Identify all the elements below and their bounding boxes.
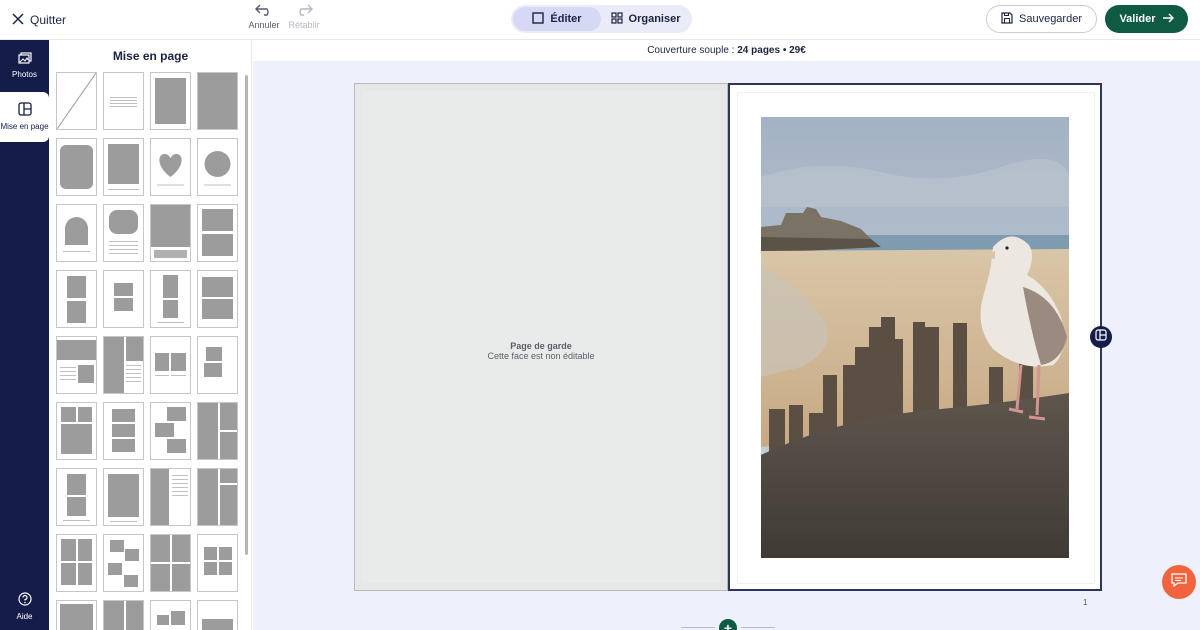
grid-icon	[610, 11, 623, 27]
layout-template-narrow-stack[interactable]	[56, 270, 97, 328]
layout-template-tall-caption[interactable]	[150, 270, 191, 328]
layout-template-three-stack[interactable]	[103, 402, 144, 460]
layout-template-scatter[interactable]	[103, 534, 144, 592]
layout-template-collage[interactable]	[197, 468, 238, 526]
layout-handle-button[interactable]	[1090, 326, 1112, 348]
layout-template-framed-four[interactable]	[103, 468, 144, 526]
rail-item-photos[interactable]: Photos	[0, 40, 49, 92]
layout-template-text[interactable]	[103, 72, 144, 130]
cover-type: Couverture souple :	[647, 45, 738, 56]
arrow-right-icon	[1162, 12, 1174, 26]
layout-template-two-stack[interactable]	[197, 204, 238, 262]
layout-template-stagger[interactable]	[150, 402, 191, 460]
layout-template-quad[interactable]	[56, 534, 97, 592]
page-number: 1	[1083, 598, 1088, 607]
save-button[interactable]: Sauvegarder	[986, 5, 1097, 33]
layout-template-mosaic[interactable]	[197, 402, 238, 460]
undo-label: Annuler	[248, 20, 280, 30]
add-page-line-left	[681, 627, 715, 628]
left-page-label: Page de garde Cette face est non éditabl…	[362, 341, 720, 361]
add-page-line-right	[741, 627, 775, 628]
layout-template-grid	[56, 72, 241, 630]
layout-template-photo-full[interactable]	[197, 72, 238, 130]
layout-template-six-wide[interactable]	[103, 600, 144, 630]
layout-template-photo-caption[interactable]	[103, 138, 144, 196]
tab-organize[interactable]: Organiser	[601, 7, 690, 31]
layout-template-wavy-frame[interactable]	[56, 138, 97, 196]
rail-layout-label: Mise en page	[0, 122, 49, 131]
layout-template-two-wide[interactable]	[197, 270, 238, 328]
redo-button[interactable]: Rétablir	[283, 4, 325, 36]
save-label: Sauvegarder	[1019, 13, 1082, 25]
left-rail: Photos Mise en page Aide	[0, 40, 49, 630]
quit-button[interactable]: Quitter	[12, 10, 66, 30]
rail-item-help[interactable]: Aide	[0, 592, 49, 628]
mode-switch: Éditer Organiser	[511, 5, 692, 33]
tab-edit[interactable]: Éditer	[513, 7, 601, 31]
validate-label: Valider	[1119, 13, 1156, 25]
add-page-button[interactable]: +	[719, 619, 737, 630]
layout-template-grid-9[interactable]	[197, 600, 238, 630]
layout-panel: Mise en page	[49, 40, 252, 630]
layout-template-quad-small[interactable]	[197, 534, 238, 592]
top-bar: Quitter Annuler Rétablir Éditer Organise…	[0, 0, 1200, 40]
page-photo[interactable]	[761, 117, 1069, 558]
photos-icon	[17, 52, 32, 66]
layout-template-article[interactable]	[103, 336, 144, 394]
layout-template-blank[interactable]	[56, 72, 97, 130]
tab-organize-label: Organiser	[628, 13, 681, 25]
layout-template-circle[interactable]	[197, 138, 238, 196]
validate-button[interactable]: Valider	[1105, 5, 1188, 33]
tab-edit-label: Éditer	[550, 13, 582, 25]
book-info-bar: Couverture souple : 24 pages • 29€	[253, 40, 1200, 61]
layout-template-text-columns[interactable]	[56, 336, 97, 394]
layout-template-arch[interactable]	[56, 204, 97, 262]
endpaper-subtitle: Cette face est non éditable	[487, 351, 595, 361]
layout-template-photo-margin[interactable]	[150, 72, 191, 130]
layout-icon	[17, 102, 32, 118]
layout-icon	[1095, 328, 1107, 346]
layout-template-offset-pair[interactable]	[197, 336, 238, 394]
layout-template-cluster[interactable]	[150, 600, 191, 630]
layout-template-two-side[interactable]	[150, 336, 191, 394]
layout-template-heart[interactable]	[150, 138, 191, 196]
layout-template-grid-4[interactable]	[56, 402, 97, 460]
undo-button[interactable]: Annuler	[243, 4, 285, 36]
layout-template-six[interactable]	[56, 600, 97, 630]
rail-item-layout[interactable]: Mise en page	[0, 92, 49, 142]
layout-template-photo-band[interactable]	[150, 204, 191, 262]
panel-title: Mise en page	[112, 49, 189, 63]
left-page: Page de garde Cette face est non éditabl…	[354, 83, 728, 591]
layout-template-small-center[interactable]	[103, 270, 144, 328]
save-icon	[1001, 11, 1013, 27]
rail-help-label: Aide	[16, 612, 33, 621]
help-icon	[17, 592, 32, 608]
chat-icon	[1170, 572, 1188, 593]
layout-template-two-tall[interactable]	[56, 468, 97, 526]
panel-scrollbar[interactable]	[245, 75, 248, 555]
close-icon	[12, 12, 24, 28]
square-icon	[532, 11, 545, 27]
undo-icon	[255, 4, 273, 20]
pages-price: 24 pages • 29€	[737, 45, 806, 56]
plus-icon: +	[723, 620, 733, 630]
endpaper-title: Page de garde	[510, 341, 572, 351]
redo-icon	[295, 4, 313, 20]
rail-photos-label: Photos	[12, 70, 37, 79]
seagull-beach-photo	[761, 117, 1069, 558]
layout-template-article-right[interactable]	[150, 468, 191, 526]
layout-template-blob-text[interactable]	[103, 204, 144, 262]
quit-label: Quitter	[30, 13, 67, 27]
chat-support-button[interactable]	[1162, 565, 1196, 599]
left-page-inner: Page de garde Cette face est non éditabl…	[362, 91, 720, 583]
redo-label: Rétablir	[288, 20, 320, 30]
layout-template-quad-full[interactable]	[150, 534, 191, 592]
